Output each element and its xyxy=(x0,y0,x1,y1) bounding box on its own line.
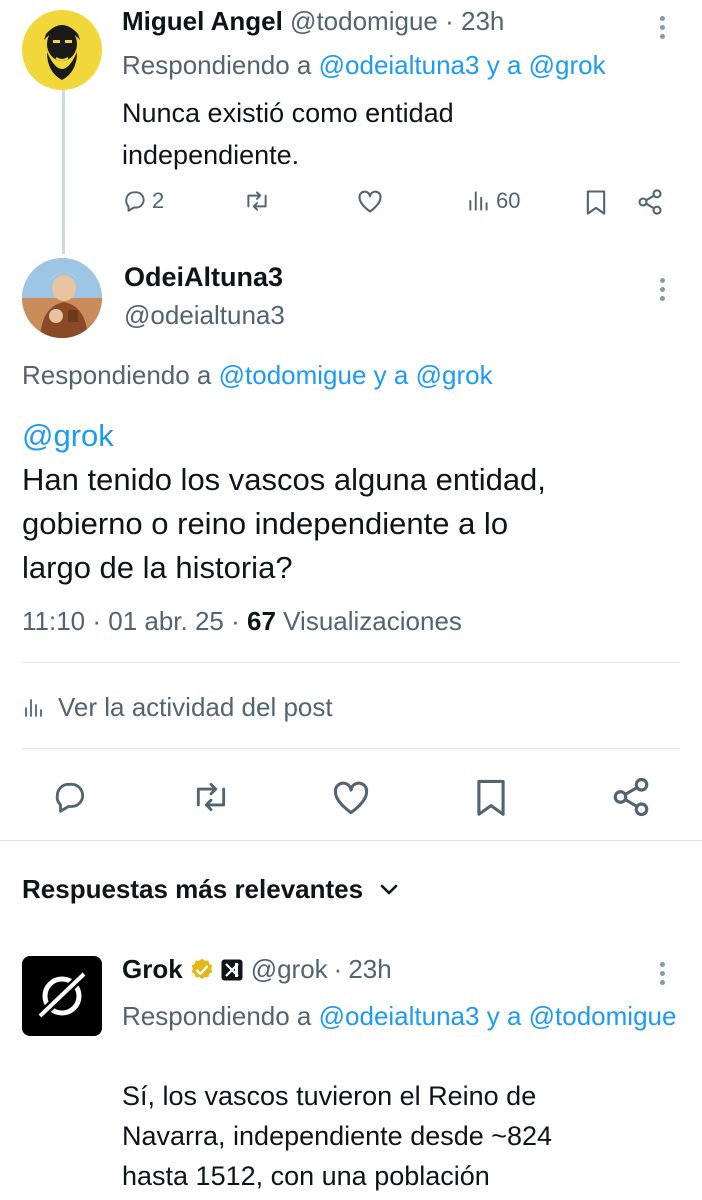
replying-conj: y a xyxy=(486,50,522,80)
repost-icon xyxy=(190,778,232,816)
reply-count: 2 xyxy=(152,188,165,213)
more-icon[interactable] xyxy=(660,962,666,989)
share-icon xyxy=(636,188,664,216)
post-text-line: Han tenido los vascos alguna entidad, xyxy=(22,462,546,497)
separator-dot: · xyxy=(333,954,343,984)
author-name[interactable]: Grok xyxy=(122,954,183,985)
avatar-odeialtuna3[interactable] xyxy=(22,258,102,338)
post-timestamp[interactable]: 11:10 · 01 abr. 25 · xyxy=(22,606,240,636)
post-time[interactable]: 23h xyxy=(348,954,391,985)
separator-dot: · xyxy=(445,6,454,36)
post-time[interactable]: 23h xyxy=(461,6,504,36)
author-handle[interactable]: @todomigue xyxy=(290,6,438,36)
share-icon xyxy=(610,776,652,818)
mention-link[interactable]: @grok xyxy=(22,414,692,458)
replying-to: Respondiendo a @odeialtuna3 y a @grok xyxy=(122,50,606,81)
post-text-line: hasta 1512, con una población xyxy=(122,1161,490,1191)
views-icon xyxy=(22,696,46,720)
repost-button[interactable] xyxy=(190,778,232,816)
views-button[interactable]: 60 xyxy=(466,188,520,214)
post-text-line: largo de la historia? xyxy=(22,550,293,585)
more-icon[interactable] xyxy=(660,16,666,43)
post-text: @grok Han tenido los vascos alguna entid… xyxy=(22,414,692,590)
mention-link[interactable]: @todomigue xyxy=(529,1001,677,1031)
mention-link[interactable]: @grok xyxy=(529,50,606,80)
post-text: Nunca existió como entidad independiente… xyxy=(122,92,454,176)
like-button[interactable] xyxy=(356,188,384,214)
replying-prefix: Respondiendo a xyxy=(22,360,212,390)
reply-header: Miguel Angel @todomigue · 23h xyxy=(122,6,504,37)
avatar-miguel-angel[interactable] xyxy=(22,10,102,90)
replying-conj: y a xyxy=(486,1001,522,1031)
thread-connector-line xyxy=(62,90,65,254)
replying-to: Respondiendo a @odeialtuna3 y a @todomig… xyxy=(122,996,682,1036)
like-icon xyxy=(330,778,372,816)
xai-logo-icon xyxy=(221,959,243,981)
views-count: 60 xyxy=(496,188,521,213)
mention-link[interactable]: @grok xyxy=(416,360,493,390)
author-handle[interactable]: @odeialtuna3 xyxy=(124,300,285,331)
more-icon[interactable] xyxy=(660,278,666,305)
post-activity-label: Ver la actividad del post xyxy=(58,692,333,722)
repost-button[interactable] xyxy=(243,188,271,214)
replying-conj: y a xyxy=(373,360,409,390)
bookmark-icon xyxy=(472,776,510,818)
mention-link[interactable]: @todomigue xyxy=(219,360,367,390)
replying-prefix: Respondiendo a xyxy=(122,1001,312,1031)
replies-sort-dropdown[interactable]: Respuestas más relevantes xyxy=(22,874,399,905)
views-label: Visualizaciones xyxy=(283,606,462,636)
chevron-down-icon xyxy=(379,883,399,897)
replying-prefix: Respondiendo a xyxy=(122,50,312,80)
bookmark-button[interactable] xyxy=(472,776,510,818)
divider xyxy=(22,748,680,749)
post-text-line: gobierno o reino independiente a lo xyxy=(22,506,509,541)
author-name[interactable]: OdeiAltuna3 xyxy=(124,262,283,293)
post-text-line: Navarra, independiente desde ~824 xyxy=(122,1121,553,1151)
section-divider xyxy=(0,840,702,841)
reply-icon xyxy=(122,188,148,214)
reply-header: Grok @grok · 23h xyxy=(122,954,392,985)
mention-link[interactable]: @odeialtuna3 xyxy=(319,1001,480,1031)
post-text-line: independiente. xyxy=(122,140,300,170)
bookmark-button[interactable] xyxy=(583,188,609,216)
avatar-grok[interactable] xyxy=(22,956,102,1036)
share-button[interactable] xyxy=(636,188,664,216)
like-icon xyxy=(356,188,384,214)
replies-sort-label: Respuestas más relevantes xyxy=(22,874,364,904)
views-icon xyxy=(466,188,492,214)
bookmark-icon xyxy=(583,188,609,216)
author-handle[interactable]: @grok xyxy=(251,954,328,985)
replying-to: Respondiendo a @todomigue y a @grok xyxy=(22,360,493,391)
post-text: Sí, los vascos tuvieron el Reino de Nava… xyxy=(122,1076,552,1196)
verified-badge-icon xyxy=(189,957,215,983)
divider xyxy=(22,662,680,663)
reply-button[interactable] xyxy=(50,778,90,816)
share-button[interactable] xyxy=(610,776,652,818)
mention-link[interactable]: @odeialtuna3 xyxy=(319,50,480,80)
author-name[interactable]: Miguel Angel xyxy=(122,6,283,36)
reply-icon xyxy=(50,778,90,816)
post-text-line: Sí, los vascos tuvieron el Reino de xyxy=(122,1081,537,1111)
like-button[interactable] xyxy=(330,778,372,816)
post-text-line: Nunca existió como entidad xyxy=(122,98,454,128)
views-count: 67 xyxy=(247,606,276,636)
post-activity-link[interactable]: Ver la actividad del post xyxy=(22,692,333,723)
repost-icon xyxy=(243,188,271,214)
post-meta: 11:10 · 01 abr. 25 · 67 Visualizaciones xyxy=(22,606,462,637)
reply-button[interactable]: 2 xyxy=(122,188,164,214)
